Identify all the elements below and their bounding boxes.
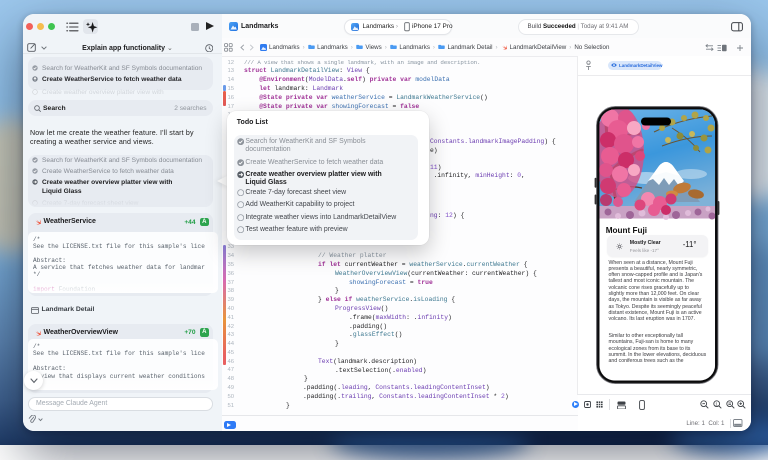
svg-text:1: 1 <box>715 401 718 406</box>
